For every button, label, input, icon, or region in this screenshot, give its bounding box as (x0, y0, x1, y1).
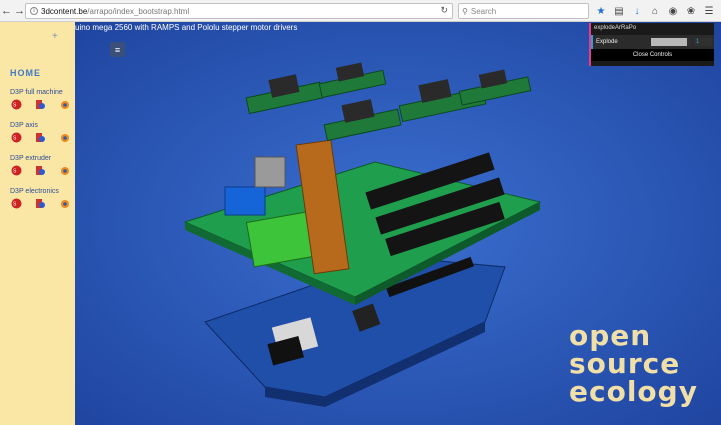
sidebar-item-electronics[interactable]: D3P electronics (10, 188, 59, 195)
freecad-icon[interactable] (35, 165, 46, 176)
stl-file-icon[interactable]: S (11, 198, 22, 209)
browser-toolbar: ← → i 3dcontent.be /arrapo/index_bootstr… (0, 0, 721, 22)
url-domain: 3dcontent.be (41, 6, 88, 16)
hamburger-menu-button[interactable]: ≡ (110, 42, 125, 57)
logo-line-3: ecology (569, 375, 698, 408)
sidebar-item-axis-icons: S (11, 132, 70, 143)
sidebar: + HOME D3P full machine S D3P axis S D3P… (0, 22, 75, 425)
explode-value-input[interactable]: 1 (694, 38, 712, 46)
blender-icon[interactable] (59, 198, 70, 209)
open-source-ecology-logo: open source ecology (569, 320, 698, 408)
download-icon[interactable]: ↓ (631, 3, 643, 19)
url-bar[interactable]: i 3dcontent.be /arrapo/index_bootstrap.h… (25, 3, 453, 19)
menu-icon[interactable]: ☰ (703, 3, 715, 19)
explode-slider[interactable] (651, 38, 691, 46)
reload-icon[interactable]: ↻ (440, 5, 448, 16)
blender-icon[interactable] (59, 132, 70, 143)
toolbar-icons: ★ ▤ ↓ ⌂ ◉ ❀ ☰ (595, 3, 715, 19)
blender-icon[interactable] (59, 165, 70, 176)
freecad-icon[interactable] (35, 198, 46, 209)
home-icon[interactable]: ⌂ (649, 3, 661, 19)
search-input[interactable]: ⚲ Search (458, 3, 589, 19)
back-icon[interactable]: ← (0, 0, 13, 22)
controls-panel: explodeArRaPo Explode 1 Close Controls (589, 23, 714, 66)
search-icon: ⚲ (462, 6, 468, 16)
info-icon[interactable]: i (30, 7, 38, 15)
bookmark-star-icon[interactable]: ★ (595, 3, 607, 19)
stl-file-icon[interactable]: S (11, 132, 22, 143)
extension-icon[interactable]: ❀ (685, 3, 697, 19)
freecad-icon[interactable] (35, 99, 46, 110)
clipboard-icon[interactable]: ▤ (613, 3, 625, 19)
close-controls-button[interactable]: Close Controls (591, 49, 714, 61)
sidebar-item-full-machine-icons: S (11, 99, 70, 110)
freecad-icon[interactable] (35, 132, 46, 143)
sidebar-item-electronics-icons: S (11, 198, 70, 209)
stl-file-icon[interactable]: S (11, 99, 22, 110)
explode-control: Explode 1 (591, 35, 714, 49)
url-path: /arrapo/index_bootstrap.html (87, 6, 190, 16)
sidebar-item-extruder-icons: S (11, 165, 70, 176)
explode-label: Explode (596, 39, 618, 45)
blender-icon[interactable] (59, 99, 70, 110)
sidebar-item-full-machine[interactable]: D3P full machine (10, 89, 63, 96)
controls-folder-title[interactable]: explodeArRaPo (591, 23, 714, 35)
sidebar-item-extruder[interactable]: D3P extruder (10, 155, 51, 162)
sidebar-item-axis[interactable]: D3P axis (10, 122, 38, 129)
search-placeholder: Search (470, 6, 497, 16)
explode-slider-fill (651, 38, 687, 46)
pocket-icon[interactable]: ◉ (667, 3, 679, 19)
sidebar-home-link[interactable]: HOME (10, 68, 41, 78)
stl-file-icon[interactable]: S (11, 165, 22, 176)
plus-icon[interactable]: + (52, 31, 58, 42)
page-title: uino mega 2560 with RAMPS and Pololu ste… (75, 23, 298, 32)
